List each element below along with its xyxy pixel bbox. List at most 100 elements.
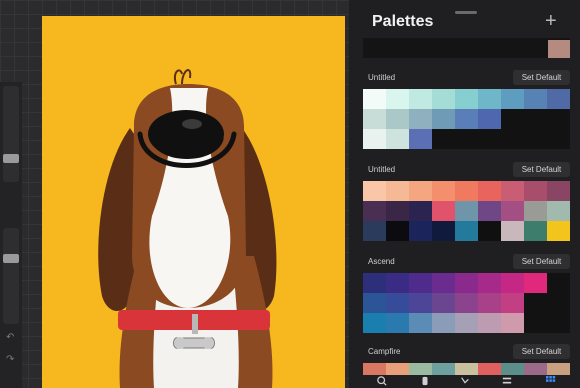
panel-grabber[interactable]: [455, 11, 477, 14]
swatch[interactable]: [478, 181, 501, 201]
palette-card[interactable]: Untitled Set Default: [363, 70, 570, 156]
undo-icon[interactable]: ↶: [6, 332, 14, 343]
brush-size-thumb[interactable]: [3, 154, 19, 163]
swatch[interactable]: [478, 221, 501, 241]
swatch[interactable]: [432, 89, 455, 109]
swatch[interactable]: [409, 181, 432, 201]
swatch[interactable]: [524, 313, 547, 333]
swatch[interactable]: [363, 273, 386, 293]
artwork-canvas[interactable]: [42, 16, 345, 388]
swatch[interactable]: [547, 201, 570, 221]
swatch[interactable]: [524, 89, 547, 109]
swatch[interactable]: [478, 273, 501, 293]
set-default-button[interactable]: Set Default: [513, 70, 570, 85]
swatch[interactable]: [455, 89, 478, 109]
opacity-slider[interactable]: [3, 228, 19, 324]
swatch[interactable]: [432, 201, 455, 221]
palette-partial-top[interactable]: [363, 38, 570, 58]
swatch[interactable]: [386, 129, 409, 149]
layers-icon[interactable]: [501, 376, 513, 386]
search-icon[interactable]: [376, 376, 388, 386]
palette-card[interactable]: Ascend Set Default: [363, 254, 570, 340]
swatch[interactable]: [409, 221, 432, 241]
swatch[interactable]: [455, 201, 478, 221]
swatch[interactable]: [547, 221, 570, 241]
swatch[interactable]: [547, 293, 570, 313]
swatch[interactable]: [409, 293, 432, 313]
swatch[interactable]: [363, 293, 386, 313]
swatch[interactable]: [501, 221, 524, 241]
swatch[interactable]: [547, 181, 570, 201]
swatch[interactable]: [478, 129, 501, 149]
swatch[interactable]: [363, 109, 386, 129]
swatch[interactable]: [409, 273, 432, 293]
opacity-thumb[interactable]: [3, 254, 19, 263]
swatch[interactable]: [524, 181, 547, 201]
swatch[interactable]: [524, 129, 547, 149]
swatch[interactable]: [524, 221, 547, 241]
swatch[interactable]: [432, 273, 455, 293]
swatch[interactable]: [501, 109, 524, 129]
swatch[interactable]: [524, 109, 547, 129]
swatch[interactable]: [432, 129, 455, 149]
swatch[interactable]: [386, 89, 409, 109]
swatch[interactable]: [455, 221, 478, 241]
swatch[interactable]: [409, 129, 432, 149]
swatch[interactable]: [455, 273, 478, 293]
palette-card[interactable]: Untitled Set Default: [363, 162, 570, 248]
swatch[interactable]: [432, 181, 455, 201]
swatch[interactable]: [501, 181, 524, 201]
swatch[interactable]: [547, 89, 570, 109]
swatch[interactable]: [478, 89, 501, 109]
swatch[interactable]: [501, 313, 524, 333]
swatch[interactable]: [432, 313, 455, 333]
redo-icon[interactable]: ↷: [6, 354, 14, 365]
swatch[interactable]: [386, 109, 409, 129]
swatch[interactable]: [386, 201, 409, 221]
swatch[interactable]: [478, 109, 501, 129]
swatch[interactable]: [455, 181, 478, 201]
swatch[interactable]: [501, 201, 524, 221]
swatch[interactable]: [478, 293, 501, 313]
swatch[interactable]: [363, 181, 386, 201]
swatch[interactable]: [478, 201, 501, 221]
palettes-icon[interactable]: [545, 376, 557, 386]
swatch[interactable]: [432, 221, 455, 241]
swatch[interactable]: [455, 293, 478, 313]
swatch[interactable]: [386, 221, 409, 241]
set-default-button[interactable]: Set Default: [513, 344, 570, 359]
swatch[interactable]: [501, 273, 524, 293]
swatch[interactable]: [547, 313, 570, 333]
swatch[interactable]: [501, 89, 524, 109]
smudge-icon[interactable]: [459, 376, 471, 386]
swatch[interactable]: [455, 109, 478, 129]
swatch[interactable]: [455, 313, 478, 333]
swatch[interactable]: [524, 201, 547, 221]
brush-size-slider[interactable]: [3, 86, 19, 182]
swatch[interactable]: [363, 89, 386, 109]
swatch[interactable]: [409, 201, 432, 221]
swatch[interactable]: [386, 273, 409, 293]
swatch[interactable]: [432, 293, 455, 313]
swatch[interactable]: [363, 313, 386, 333]
swatch[interactable]: [363, 201, 386, 221]
swatch[interactable]: [386, 313, 409, 333]
swatch[interactable]: [501, 129, 524, 149]
swatch[interactable]: [547, 129, 570, 149]
swatch[interactable]: [363, 221, 386, 241]
swatch[interactable]: [363, 129, 386, 149]
set-default-button[interactable]: Set Default: [513, 254, 570, 269]
swatch[interactable]: [409, 313, 432, 333]
brush-icon[interactable]: [419, 376, 431, 386]
swatch[interactable]: [524, 293, 547, 313]
swatch[interactable]: [386, 293, 409, 313]
set-default-button[interactable]: Set Default: [513, 162, 570, 177]
swatch[interactable]: [547, 109, 570, 129]
swatch[interactable]: [386, 181, 409, 201]
swatch[interactable]: [548, 40, 570, 58]
swatch[interactable]: [432, 109, 455, 129]
swatch[interactable]: [501, 293, 524, 313]
swatch[interactable]: [524, 273, 547, 293]
swatch[interactable]: [478, 313, 501, 333]
swatch[interactable]: [409, 109, 432, 129]
